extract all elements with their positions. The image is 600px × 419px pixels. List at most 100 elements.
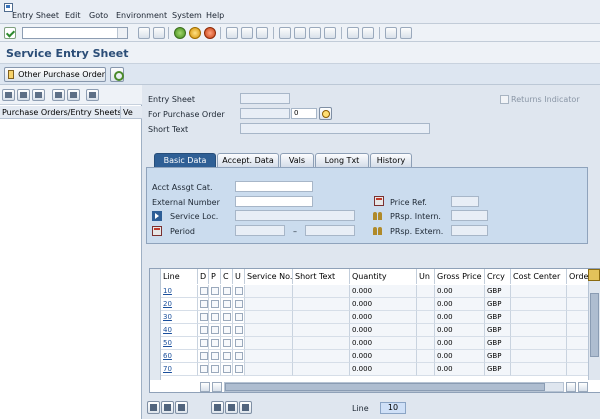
- exit-icon[interactable]: [189, 27, 201, 39]
- cell-un[interactable]: [417, 337, 435, 350]
- row-checkbox[interactable]: [223, 300, 231, 308]
- scroll-right-icon[interactable]: [212, 382, 222, 392]
- service-loc-arrow-icon[interactable]: [152, 211, 162, 221]
- cell-short-text[interactable]: [293, 311, 350, 324]
- shortcut-icon[interactable]: [362, 27, 374, 39]
- cell-service-no[interactable]: [245, 298, 293, 311]
- menu-system[interactable]: System: [172, 11, 202, 20]
- cell-line[interactable]: 20: [161, 298, 198, 311]
- cell-d[interactable]: [198, 363, 209, 376]
- enter-checkmark-icon[interactable]: [4, 27, 16, 39]
- cell-cost-center[interactable]: [511, 285, 567, 298]
- col-gross-price[interactable]: Gross Price: [435, 269, 485, 284]
- next-page-icon[interactable]: [309, 27, 321, 39]
- cell-crcy[interactable]: GBP: [485, 311, 511, 324]
- row-checkbox[interactable]: [211, 313, 219, 321]
- headset-icon[interactable]: [86, 89, 99, 101]
- row-checkbox[interactable]: [200, 300, 208, 308]
- other-purchase-order-button[interactable]: Other Purchase Order: [4, 67, 106, 82]
- help-icon[interactable]: [385, 27, 397, 39]
- horizontal-scrollbar[interactable]: [224, 382, 564, 392]
- col-service-no[interactable]: Service No.: [245, 269, 293, 284]
- prsp-intern-field[interactable]: [451, 210, 488, 221]
- details-icon[interactable]: [147, 401, 160, 414]
- menu-entry-sheet[interactable]: Entry Sheet: [12, 11, 59, 20]
- cell-line[interactable]: 10: [161, 285, 198, 298]
- row-checkbox[interactable]: [211, 352, 219, 360]
- cell-cost-center[interactable]: [511, 324, 567, 337]
- scroll-left-end-icon[interactable]: [566, 382, 576, 392]
- menu-edit[interactable]: Edit: [65, 11, 81, 20]
- new-session-icon[interactable]: [347, 27, 359, 39]
- back-arrow-icon[interactable]: [138, 27, 150, 39]
- row-checkbox[interactable]: [223, 326, 231, 334]
- col-crcy[interactable]: Crcy: [485, 269, 511, 284]
- menu-goto[interactable]: Goto: [89, 11, 108, 20]
- row-selector-column[interactable]: [150, 269, 161, 380]
- binoculars-icon[interactable]: [2, 89, 15, 101]
- cell-p[interactable]: [209, 350, 221, 363]
- cell-gross-price[interactable]: 0.00: [435, 311, 485, 324]
- row-checkbox[interactable]: [235, 339, 243, 347]
- col-c[interactable]: C: [221, 269, 233, 284]
- find-next-icon[interactable]: [256, 27, 268, 39]
- row-checkbox[interactable]: [211, 365, 219, 373]
- cell-d[interactable]: [198, 350, 209, 363]
- cell-service-no[interactable]: [245, 324, 293, 337]
- cell-gross-price[interactable]: 0.00: [435, 363, 485, 376]
- cell-quantity[interactable]: 0.000: [350, 311, 417, 324]
- cell-short-text[interactable]: [293, 324, 350, 337]
- print-icon[interactable]: [226, 27, 238, 39]
- cell-crcy[interactable]: GBP: [485, 298, 511, 311]
- cell-crcy[interactable]: GBP: [485, 337, 511, 350]
- cell-cost-center[interactable]: [511, 337, 567, 350]
- vertical-scrollbar[interactable]: [588, 269, 600, 380]
- cell-line[interactable]: 60: [161, 350, 198, 363]
- cell-u[interactable]: [233, 324, 245, 337]
- cell-crcy[interactable]: GBP: [485, 324, 511, 337]
- cell-line[interactable]: 50: [161, 337, 198, 350]
- row-checkbox[interactable]: [200, 287, 208, 295]
- service-selection-icon[interactable]: [239, 401, 252, 414]
- command-input[interactable]: [23, 28, 115, 39]
- column-ve[interactable]: Ve: [120, 106, 142, 118]
- row-checkbox[interactable]: [200, 313, 208, 321]
- row-checkbox[interactable]: [223, 339, 231, 347]
- cell-c[interactable]: [221, 298, 233, 311]
- cell-gross-price[interactable]: 0.00: [435, 298, 485, 311]
- cell-p[interactable]: [209, 337, 221, 350]
- cell-quantity[interactable]: 0.000: [350, 337, 417, 350]
- col-quantity[interactable]: Quantity: [350, 269, 417, 284]
- line-position-field[interactable]: 10: [380, 402, 406, 414]
- period-to-field[interactable]: [305, 225, 355, 236]
- menu-environment[interactable]: Environment: [116, 11, 167, 20]
- cell-u[interactable]: [233, 311, 245, 324]
- cell-crcy[interactable]: GBP: [485, 350, 511, 363]
- cell-d[interactable]: [198, 285, 209, 298]
- menu-help[interactable]: Help: [206, 11, 224, 20]
- cell-service-no[interactable]: [245, 337, 293, 350]
- row-checkbox[interactable]: [235, 313, 243, 321]
- cell-un[interactable]: [417, 298, 435, 311]
- row-checkbox[interactable]: [235, 287, 243, 295]
- cell-un[interactable]: [417, 285, 435, 298]
- command-dropdown-icon[interactable]: [117, 28, 127, 38]
- delete-line-icon[interactable]: [225, 401, 238, 414]
- row-checkbox[interactable]: [211, 287, 219, 295]
- cell-d[interactable]: [198, 298, 209, 311]
- price-ref-field[interactable]: [451, 196, 479, 207]
- first-page-icon[interactable]: [279, 27, 291, 39]
- prsp-extern-field[interactable]: [451, 225, 488, 236]
- cell-c[interactable]: [221, 311, 233, 324]
- entry-sheet-field[interactable]: [240, 93, 290, 104]
- previous-page-icon[interactable]: [294, 27, 306, 39]
- cell-c[interactable]: [221, 337, 233, 350]
- cell-p[interactable]: [209, 363, 221, 376]
- returns-indicator-checkbox[interactable]: [500, 95, 509, 104]
- cell-quantity[interactable]: 0.000: [350, 363, 417, 376]
- row-checkbox[interactable]: [200, 339, 208, 347]
- cell-cost-center[interactable]: [511, 298, 567, 311]
- scroll-left-icon[interactable]: [200, 382, 210, 392]
- cell-quantity[interactable]: 0.000: [350, 324, 417, 337]
- tab-vals[interactable]: Vals: [280, 153, 314, 167]
